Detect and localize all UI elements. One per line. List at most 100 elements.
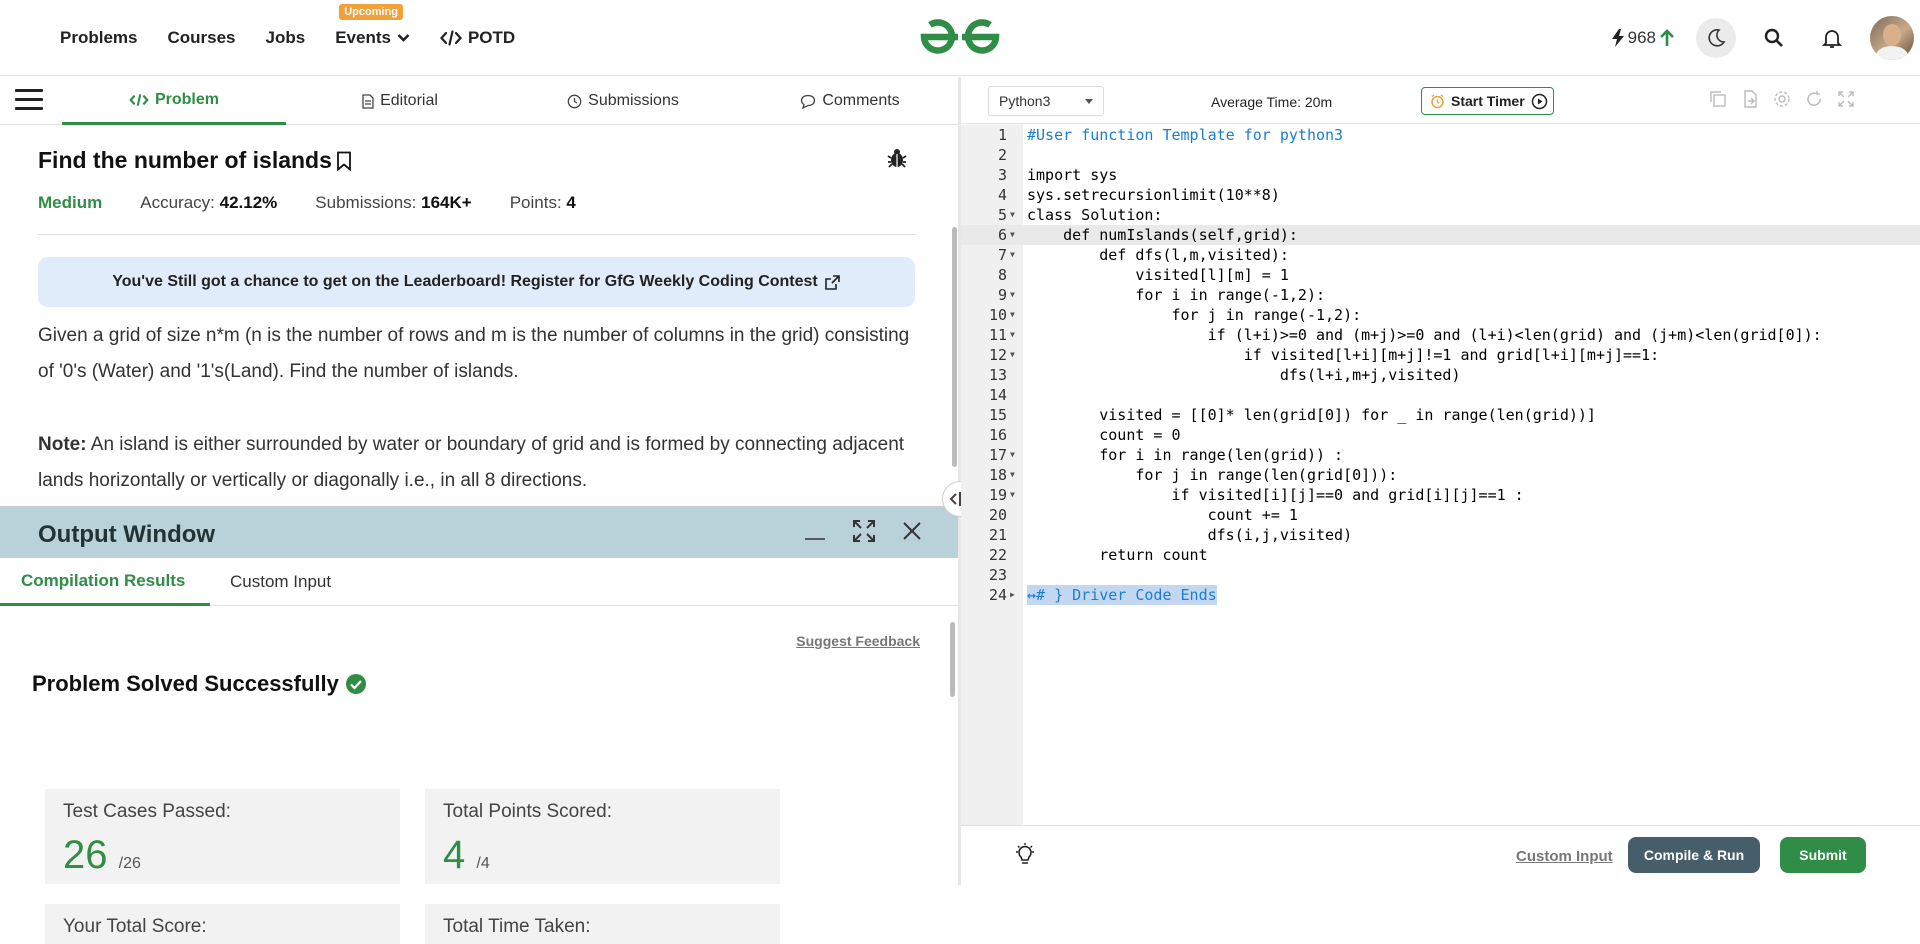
nav-links: Problems Courses Jobs Upcoming Events PO…	[60, 0, 545, 76]
tab-submissions[interactable]: Submissions	[558, 77, 688, 125]
document-icon	[362, 93, 374, 109]
problem-note: Note: An island is either surrounded by …	[38, 427, 918, 499]
time-taken-label: Total Time Taken:	[443, 916, 591, 937]
fold-collapse-icon[interactable]: ▼	[1010, 485, 1015, 505]
nav-courses-label: Courses	[167, 28, 236, 47]
avatar[interactable]	[1870, 16, 1914, 60]
start-timer-label: Start Timer	[1451, 93, 1525, 109]
upcoming-badge: Upcoming	[339, 4, 403, 20]
fold-collapse-icon[interactable]: ▼	[1010, 305, 1015, 325]
line-number: 18	[988, 466, 1007, 484]
tab-editorial-label: Editorial	[380, 92, 438, 109]
fold-collapse-icon[interactable]: ▼	[1010, 445, 1015, 465]
menu-icon[interactable]	[15, 89, 43, 111]
code-text: for i in range(len(grid)) :	[1027, 446, 1344, 464]
test-cases-label: Test Cases Passed:	[63, 801, 231, 822]
code-editor[interactable]: 1 #User function Template for python3 2 3 im…	[961, 125, 1920, 825]
code-line: 5 ▼ class Solution:	[961, 205, 1920, 225]
code-text: visited = [[0]* len(grid[0]) for _ in ra…	[1027, 406, 1596, 424]
code-text: import sys	[1027, 166, 1118, 184]
nav-potd-label: POTD	[467, 28, 516, 47]
submit-button[interactable]: Submit	[1780, 837, 1866, 873]
fold-collapse-icon[interactable]: ▼	[1010, 245, 1015, 265]
lightbulb-icon[interactable]	[1013, 842, 1037, 866]
code-line: 4 sys.setrecursionlimit(10**8)	[961, 185, 1920, 205]
editor-tools	[1709, 90, 1855, 108]
test-cases-total: /26	[118, 855, 141, 872]
note-label: Note:	[38, 434, 87, 455]
tab-custom-input[interactable]: Custom Input	[230, 558, 350, 606]
moon-icon	[1708, 29, 1726, 47]
upload-file-icon[interactable]	[1741, 90, 1759, 108]
caret-down-icon	[1085, 99, 1093, 104]
start-timer-button[interactable]: Start Timer	[1421, 87, 1554, 115]
bug-report-icon[interactable]	[886, 147, 908, 169]
fullscreen-icon[interactable]	[1837, 90, 1855, 108]
tab-editorial[interactable]: Editorial	[340, 77, 460, 125]
line-number: 8	[997, 266, 1007, 284]
code-line: 6 ▼ def numIslands(self,grid):	[961, 225, 1920, 245]
code-line: 11 ▼ if (l+i)>=0 and (m+j)>=0 and (l+i)<l…	[961, 325, 1920, 345]
copy-icon[interactable]	[1709, 90, 1727, 108]
code-text: count = 0	[1027, 426, 1181, 444]
tab-problem[interactable]: Problem	[62, 77, 286, 125]
custom-input-link[interactable]: Custom Input	[1516, 848, 1613, 865]
compile-run-button[interactable]: Compile & Run	[1628, 837, 1760, 873]
clock-icon	[567, 94, 582, 108]
expand-icon[interactable]	[852, 519, 876, 543]
reset-icon[interactable]	[1805, 90, 1823, 108]
problem-meta: Medium Accuracy: 42.12% Submissions: 164…	[38, 193, 576, 213]
nav-potd[interactable]: POTD	[439, 28, 516, 48]
search-button[interactable]	[1754, 18, 1794, 58]
tab-comments-label: Comments	[822, 92, 900, 109]
line-number: 5	[997, 206, 1007, 224]
output-tabs: Compilation Results Custom Input	[0, 558, 960, 606]
line-number: 19	[988, 486, 1007, 504]
fold-expand-icon[interactable]: ▶	[1010, 585, 1015, 605]
fold-collapse-icon[interactable]: ▼	[1010, 285, 1015, 305]
points-value: 4	[566, 193, 576, 212]
output-header: Output Window	[0, 507, 960, 558]
output-controls	[804, 519, 922, 543]
fold-collapse-icon[interactable]: ▼	[1010, 225, 1015, 245]
points-label: Points:	[509, 193, 562, 212]
nav-courses[interactable]: Courses	[167, 28, 235, 48]
time-taken-card: Total Time Taken:	[425, 904, 780, 944]
top-navbar: Problems Courses Jobs Upcoming Events PO…	[0, 0, 1920, 76]
minimize-icon[interactable]	[804, 521, 826, 541]
nav-jobs[interactable]: Jobs	[266, 28, 306, 48]
streak-count: 968	[1627, 28, 1656, 47]
tab-comments[interactable]: Comments	[790, 77, 910, 125]
close-icon[interactable]	[902, 521, 922, 541]
problem-description: Given a grid of size n*m (n is the numbe…	[38, 325, 910, 382]
result-status: Problem Solved Successfully	[32, 671, 367, 697]
test-cases-card: Test Cases Passed: 26 /26	[45, 789, 400, 884]
suggest-feedback-link[interactable]: Suggest Feedback	[796, 633, 920, 649]
nav-events[interactable]: Upcoming Events	[335, 4, 410, 48]
line-number: 2	[997, 146, 1007, 164]
fold-collapse-icon[interactable]: ▼	[1010, 205, 1015, 225]
notifications-button[interactable]	[1812, 18, 1852, 58]
code-text: visited[l][m] = 1	[1027, 266, 1289, 284]
result-status-text: Problem Solved Successfully	[32, 671, 339, 696]
code-text: for j in range(-1,2):	[1027, 306, 1362, 324]
nav-problems[interactable]: Problems	[60, 28, 137, 48]
fold-collapse-icon[interactable]: ▼	[1010, 345, 1015, 365]
problem-scrollbar[interactable]	[952, 227, 957, 467]
language-select[interactable]: Python3	[988, 86, 1104, 116]
points-total: /4	[476, 855, 490, 872]
code-line: 10 ▼ for j in range(-1,2):	[961, 305, 1920, 325]
contest-banner[interactable]: You've Still got a chance to get on the …	[38, 257, 915, 307]
dark-mode-toggle[interactable]	[1696, 18, 1736, 58]
test-cases-value: 26 /26	[63, 833, 141, 878]
gfg-logo[interactable]	[918, 14, 1002, 60]
tab-compilation-results[interactable]: Compilation Results	[0, 558, 210, 606]
fold-collapse-icon[interactable]: ▼	[1010, 465, 1015, 485]
output-scrollbar[interactable]	[950, 622, 955, 697]
streak-counter[interactable]: 968	[1611, 28, 1674, 48]
code-text: count += 1	[1027, 506, 1298, 524]
fold-collapse-icon[interactable]: ▼	[1010, 325, 1015, 345]
settings-icon[interactable]	[1773, 90, 1791, 108]
points-scored: 4	[443, 833, 466, 877]
bookmark-icon[interactable]	[336, 151, 352, 171]
